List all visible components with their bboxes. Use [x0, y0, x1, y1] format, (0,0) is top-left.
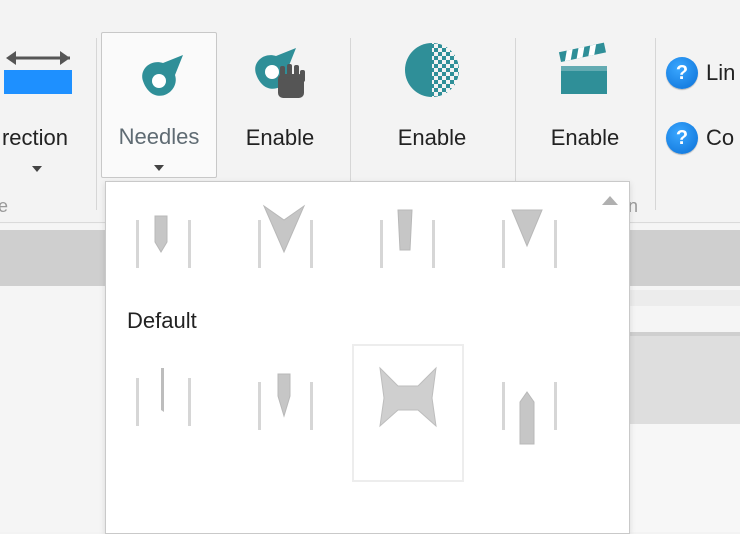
enable-label: Enable	[550, 125, 620, 150]
side-item-label: Co	[706, 125, 735, 150]
enable-animation-button[interactable]: Enable	[531, 40, 639, 151]
doc-band	[628, 290, 740, 306]
needles-button[interactable]: Needles	[101, 32, 217, 178]
needle-option-bowtie[interactable]	[352, 344, 464, 482]
enable-needles-button[interactable]: Enable	[226, 40, 334, 151]
needles-icon	[142, 55, 183, 96]
transparency-icon	[405, 43, 459, 97]
direction-button[interactable]: rection	[0, 40, 94, 177]
group-label-left: e	[0, 196, 9, 216]
direction-label: rection	[1, 125, 69, 150]
scroll-up-arrow[interactable]	[602, 196, 618, 205]
needle-option-slim-taper[interactable]	[350, 186, 460, 296]
doc-band	[628, 424, 740, 532]
needle-v-wide-icon	[258, 204, 313, 268]
chevron-down-icon	[32, 166, 42, 172]
needles-label: Needles	[118, 124, 200, 149]
needle-bowtie-icon	[379, 366, 437, 428]
chevron-down-icon	[154, 165, 164, 171]
doc-band	[628, 230, 740, 286]
needle-option-narrow[interactable]	[106, 186, 216, 296]
needle-option-v-wide[interactable]	[228, 186, 338, 296]
direction-icon	[4, 51, 72, 94]
ribbon-separator	[655, 38, 656, 210]
help-icon: ?	[666, 57, 698, 89]
enable-label: Enable	[397, 125, 467, 150]
side-item-lin[interactable]: ? Lin	[666, 57, 735, 89]
section-title: Default	[127, 308, 197, 333]
doc-band	[628, 336, 740, 424]
needle-v-narrow-icon	[502, 209, 557, 268]
needle-pin-icon	[502, 382, 557, 445]
side-item-co[interactable]: ? Co	[666, 122, 734, 154]
needle-thin-icon	[136, 368, 191, 426]
ribbon-separator	[96, 38, 97, 210]
needle-narrow-icon	[136, 215, 191, 268]
needle-option-v-narrow[interactable]	[472, 186, 582, 296]
needle-hand-icon	[255, 48, 305, 98]
clapperboard-icon	[558, 42, 607, 94]
side-item-label: Lin	[706, 60, 736, 85]
needle-point-icon	[258, 373, 313, 430]
needle-slim-taper-icon	[380, 209, 435, 268]
help-icon: ?	[666, 122, 698, 154]
enable-label: Enable	[245, 125, 315, 150]
doc-band	[0, 230, 106, 286]
needle-option-point[interactable]	[228, 348, 338, 458]
needle-option-thin[interactable]	[106, 348, 216, 458]
needle-option-pin[interactable]	[472, 348, 582, 458]
enable-transparency-button[interactable]: Enable	[378, 40, 486, 151]
